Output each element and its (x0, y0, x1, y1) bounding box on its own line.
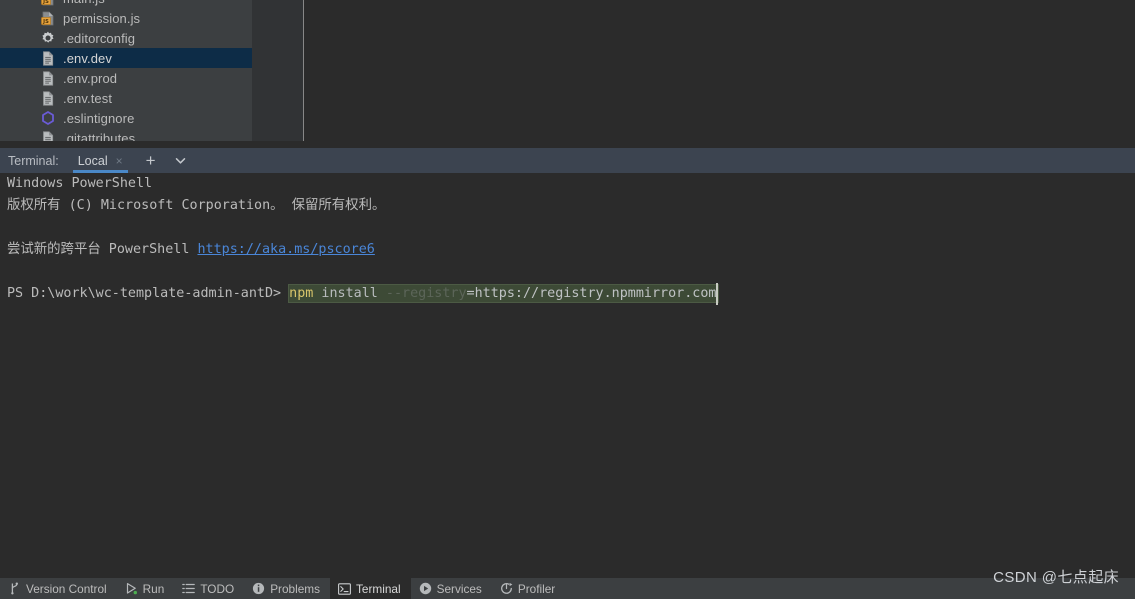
js-file-icon: JS (40, 0, 56, 6)
tree-item-label: .env.dev (63, 50, 112, 66)
chevron-down-icon[interactable] (174, 154, 187, 167)
status-bar-version-control-button[interactable]: Version Control (0, 578, 117, 599)
terminal-line-text: 尝试新的跨平台 PowerShell (7, 242, 198, 257)
command-flag: --registry (385, 286, 467, 301)
editor-area[interactable] (304, 0, 1135, 141)
tree-item-label: permission.js (63, 10, 141, 26)
play-circle-icon (419, 582, 432, 595)
terminal-icon (338, 582, 351, 595)
terminal-output-line: Windows PowerShell (7, 176, 153, 191)
status-bar-item-label: Services (436, 581, 482, 596)
status-bar-item-label: Problems (270, 581, 321, 596)
terminal-output[interactable]: Windows PowerShell 版权所有 (C) Microsoft Cor… (0, 173, 1135, 578)
project-tree-list[interactable]: JS main.js JS permission.js .editorconfig .en… (0, 0, 252, 141)
tree-item-env-prod[interactable]: .env.prod (0, 68, 252, 88)
terminal-prompt-line[interactable]: PS D:\work\wc-template-admin-antD> npm i… (0, 283, 1135, 305)
profiler-icon (500, 582, 513, 595)
play-icon (125, 582, 138, 595)
terminal-output-line: 版权所有 (C) Microsoft Corporation。 保留所有权利。 (7, 198, 386, 213)
gear-icon (40, 30, 56, 46)
tree-item-main-js[interactable]: JS main.js (0, 0, 252, 8)
status-bar-item-label: TODO (200, 581, 235, 596)
add-terminal-button[interactable]: + (146, 152, 156, 169)
text-file-icon (40, 70, 56, 86)
terminal-toolwindow-label: Terminal: (8, 153, 59, 168)
status-bar-profiler-button[interactable]: Profiler (492, 578, 565, 599)
tree-item-label: .eslintignore (63, 110, 135, 126)
tree-item-editorconfig[interactable]: .editorconfig (0, 28, 252, 48)
status-bar-item-label: Terminal (356, 581, 401, 596)
tree-horizontal-scrollbar[interactable] (0, 131, 252, 141)
command-keyword: npm (289, 286, 314, 301)
ide-window: JS main.js JS permission.js .editorconfig .en… (0, 0, 1135, 599)
terminal-toolwindow-header: Terminal: Local × + (0, 148, 1135, 173)
tree-item-label: .env.prod (63, 70, 118, 86)
status-bar: Version Control Run TODO Problems Terminal Se… (0, 578, 1135, 599)
tree-item-label: .editorconfig (63, 30, 136, 46)
terminal-prompt-prefix: PS D:\work\wc-template-admin-antD> (7, 286, 290, 301)
status-bar-item-label: Version Control (26, 581, 107, 596)
terminal-tab-label: Local (77, 153, 108, 168)
text-caret (716, 283, 719, 305)
status-bar-services-button[interactable]: Services (411, 578, 492, 599)
top-region: JS main.js JS permission.js .editorconfig .en… (0, 0, 1135, 148)
text-file-icon (40, 90, 56, 106)
tree-item-eslintignore[interactable]: .eslintignore (0, 108, 252, 128)
terminal-tab-local[interactable]: Local × (71, 148, 130, 173)
project-tree-panel[interactable]: JS main.js JS permission.js .editorconfig .en… (0, 0, 252, 141)
svg-text:JS: JS (42, 19, 49, 25)
tree-item-label: .env.test (63, 90, 113, 106)
status-bar-items: Version Control Run TODO Problems Terminal Se… (0, 578, 565, 599)
csdn-watermark: CSDN @七点起床 (993, 569, 1119, 586)
js-file-icon: JS (40, 10, 56, 26)
status-bar-item-label: Profiler (517, 581, 556, 596)
list-icon (182, 582, 196, 595)
status-bar-terminal-button[interactable]: Terminal (330, 578, 411, 599)
terminal-command-input[interactable]: npm install --registry=https://registry.… (289, 283, 719, 305)
terminal-lines: Windows PowerShell 版权所有 (C) Microsoft Cor… (0, 173, 1135, 305)
tree-item-env-dev[interactable]: .env.dev (0, 48, 252, 68)
tree-item-env-test[interactable]: .env.test (0, 88, 252, 108)
tree-panel-gutter (252, 0, 303, 141)
branch-icon (8, 582, 21, 595)
terminal-output-line: 尝试新的跨平台 PowerShell https://aka.ms/pscore… (0, 239, 1135, 261)
eslint-icon (40, 110, 56, 126)
terminal-link[interactable]: https://aka.ms/pscore6 (197, 242, 374, 257)
info-icon (252, 582, 265, 595)
command-flag-value: =https://registry.npmmirror.com (466, 286, 717, 301)
status-bar-todo-button[interactable]: TODO (174, 578, 244, 599)
svg-text:JS: JS (42, 0, 49, 5)
status-bar-item-label: Run (142, 581, 165, 596)
tree-item-label: main.js (63, 0, 105, 6)
text-file-icon (40, 50, 56, 66)
tree-item-permission-js[interactable]: JS permission.js (0, 8, 252, 28)
status-bar-problems-button[interactable]: Problems (244, 578, 330, 599)
status-bar-run-button[interactable]: Run (117, 578, 175, 599)
close-icon[interactable]: × (116, 155, 123, 167)
command-subcommand: install (313, 286, 386, 301)
